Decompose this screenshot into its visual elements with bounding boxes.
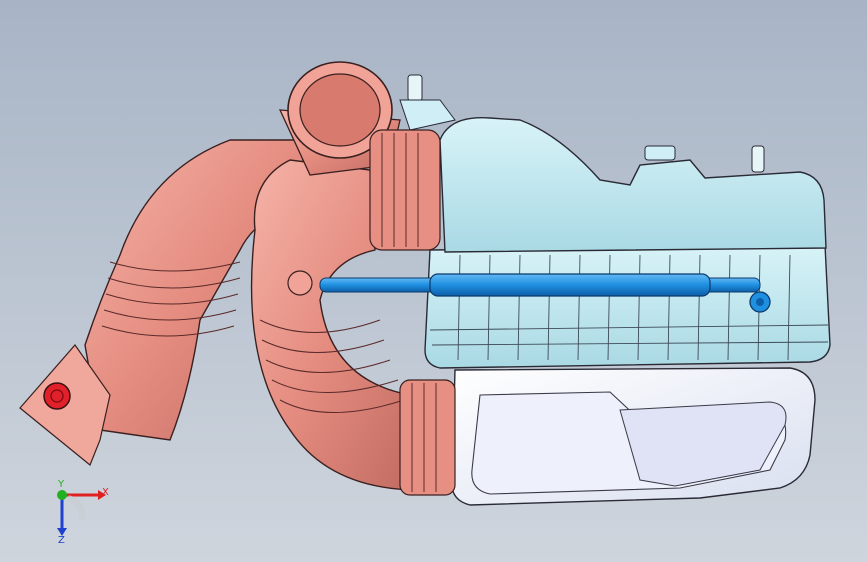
air-filter-box[interactable] <box>399 74 831 369</box>
x-axis-label: X <box>102 487 109 498</box>
hose-box-connector-upper[interactable] <box>369 129 441 251</box>
y-axis-origin <box>57 490 67 500</box>
air-intake-assembly-model[interactable] <box>0 0 867 562</box>
cad-viewport[interactable]: X Y Z <box>0 0 867 562</box>
hose-box-connector-lower[interactable] <box>399 379 456 496</box>
z-axis-label: Z <box>58 535 65 546</box>
red-marker[interactable] <box>43 382 71 410</box>
orientation-triad: X Y Z <box>40 480 120 550</box>
air-box-lower-tray[interactable] <box>451 367 816 506</box>
y-axis-label: Y <box>58 479 65 490</box>
